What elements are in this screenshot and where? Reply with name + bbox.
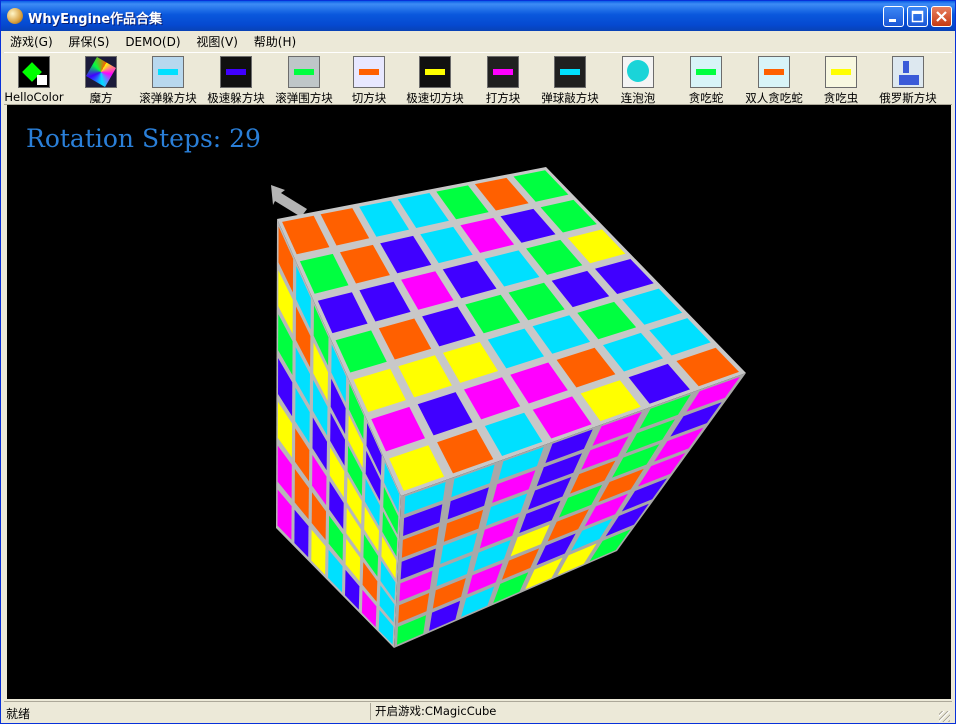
close-icon bbox=[936, 11, 947, 22]
toolbar: HelloColor 魔方 滚弹躲方块 极速躲方块 滚弹围方块 切方块 极速切方块 打方块 弹球… bbox=[4, 52, 952, 105]
toolbar-button-bounce-dodge[interactable]: 滚弹躲方块 bbox=[135, 55, 201, 105]
toolbar-label: 滚弹躲方块 bbox=[139, 91, 197, 105]
toolbar-label: 极速切方块 bbox=[406, 91, 464, 105]
toolbar-button-bounce-surround[interactable]: 滚弹围方块 bbox=[271, 55, 337, 105]
toolbar-button-breakout[interactable]: 弹球敲方块 bbox=[537, 55, 603, 105]
toolbar-button-speed-dodge[interactable]: 极速躲方块 bbox=[203, 55, 269, 105]
toolbar-label: 弹球敲方块 bbox=[541, 91, 599, 105]
toolbar-button-bubble[interactable]: 连泡泡 bbox=[605, 55, 671, 105]
speed-cut-icon bbox=[419, 56, 451, 88]
resize-grip[interactable] bbox=[939, 711, 950, 722]
toolbar-button-two-player-snake[interactable]: 双人贪吃蛇 bbox=[741, 55, 807, 105]
app-window: WhyEngine作品合集 游戏(G) 屏保(S) DEMO(D) 视图(V) … bbox=[0, 0, 956, 724]
toolbar-label: 魔方 bbox=[89, 91, 113, 105]
menu-view[interactable]: 视图(V) bbox=[190, 31, 244, 52]
menu-screensaver[interactable]: 屏保(S) bbox=[63, 31, 116, 52]
toolbar-label: 贪吃蛇 bbox=[688, 91, 724, 105]
toolbar-button-hellocolor[interactable]: HelloColor bbox=[1, 55, 67, 104]
magic-cube[interactable] bbox=[7, 105, 951, 699]
bounce-surround-icon bbox=[288, 56, 320, 88]
window-title: WhyEngine作品合集 bbox=[28, 12, 163, 27]
menu-help[interactable]: 帮助(H) bbox=[248, 31, 302, 52]
toolbar-label: 贪吃虫 bbox=[823, 91, 859, 105]
two-player-snake-icon bbox=[758, 56, 790, 88]
snake-icon bbox=[690, 56, 722, 88]
menu-demo[interactable]: DEMO(D) bbox=[119, 33, 186, 51]
minimize-icon bbox=[889, 19, 896, 22]
magic-cube-icon bbox=[85, 56, 117, 88]
toolbar-button-speed-cut[interactable]: 极速切方块 bbox=[402, 55, 468, 105]
status-ready: 就绪 bbox=[6, 707, 31, 721]
breakout-icon bbox=[554, 56, 586, 88]
bounce-dodge-icon bbox=[152, 56, 184, 88]
toolbar-label: 连泡泡 bbox=[620, 91, 656, 105]
title-bar[interactable]: WhyEngine作品合集 bbox=[1, 1, 955, 31]
close-button[interactable] bbox=[931, 6, 952, 27]
toolbar-label: 切方块 bbox=[351, 91, 387, 105]
menu-bar: 游戏(G) 屏保(S) DEMO(D) 视图(V) 帮助(H) bbox=[4, 31, 952, 51]
speed-dodge-icon bbox=[220, 56, 252, 88]
toolbar-button-cut-block[interactable]: 切方块 bbox=[336, 55, 402, 105]
toolbar-label: 极速躲方块 bbox=[207, 91, 265, 105]
cut-block-icon bbox=[353, 56, 385, 88]
status-bar: 就绪 开启游戏:CMagicCube bbox=[4, 701, 952, 723]
toolbar-label: 双人贪吃蛇 bbox=[745, 91, 803, 105]
toolbar-label: 打方块 bbox=[485, 91, 521, 105]
app-icon[interactable] bbox=[7, 8, 23, 24]
rotation-arrow-icon bbox=[271, 185, 307, 217]
toolbar-label: HelloColor bbox=[4, 90, 64, 104]
toolbar-button-snake[interactable]: 贪吃蛇 bbox=[673, 55, 739, 105]
game-canvas[interactable]: Rotation Steps: 29 bbox=[7, 105, 951, 699]
maximize-button[interactable] bbox=[907, 6, 928, 27]
status-game: 开启游戏:CMagicCube bbox=[370, 703, 949, 720]
toolbar-button-magic-cube[interactable]: 魔方 bbox=[68, 55, 134, 105]
maximize-icon bbox=[911, 10, 924, 23]
bubble-icon bbox=[622, 56, 654, 88]
tetris-icon bbox=[892, 56, 924, 88]
worm-icon bbox=[825, 56, 857, 88]
toolbar-button-worm[interactable]: 贪吃虫 bbox=[808, 55, 874, 105]
toolbar-label: 滚弹围方块 bbox=[275, 91, 333, 105]
menu-game[interactable]: 游戏(G) bbox=[4, 31, 59, 52]
toolbar-label: 俄罗斯方块 bbox=[879, 91, 937, 105]
hit-block-icon bbox=[487, 56, 519, 88]
minimize-button[interactable] bbox=[883, 6, 904, 27]
toolbar-button-hit-block[interactable]: 打方块 bbox=[470, 55, 536, 105]
hellocolor-icon bbox=[18, 56, 50, 88]
toolbar-button-tetris[interactable]: 俄罗斯方块 bbox=[875, 55, 941, 105]
